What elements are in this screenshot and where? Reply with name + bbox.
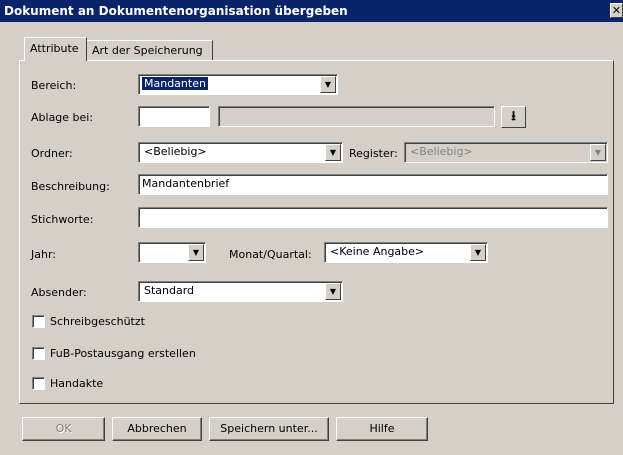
save-as-button[interactable]: Speichern unter... [209,417,329,441]
tab-art-der-speicherung[interactable]: Art der Speicherung [86,40,213,60]
close-icon[interactable]: ✕ [610,3,623,18]
tab-attribute[interactable]: Attribute [24,37,87,61]
cancel-button[interactable]: Abbrechen [112,417,202,441]
tab-attribute-label: Attribute [30,42,79,55]
title-bar: Dokument an Dokumentenorganisation überg… [0,0,623,22]
window-title: Dokument an Dokumentenorganisation überg… [4,4,348,18]
help-button[interactable]: Hilfe [336,417,428,441]
ok-button: OK [22,417,105,441]
tab-art-der-speicherung-label: Art der Speicherung [92,44,203,57]
tab-panel-attribute [19,60,614,404]
